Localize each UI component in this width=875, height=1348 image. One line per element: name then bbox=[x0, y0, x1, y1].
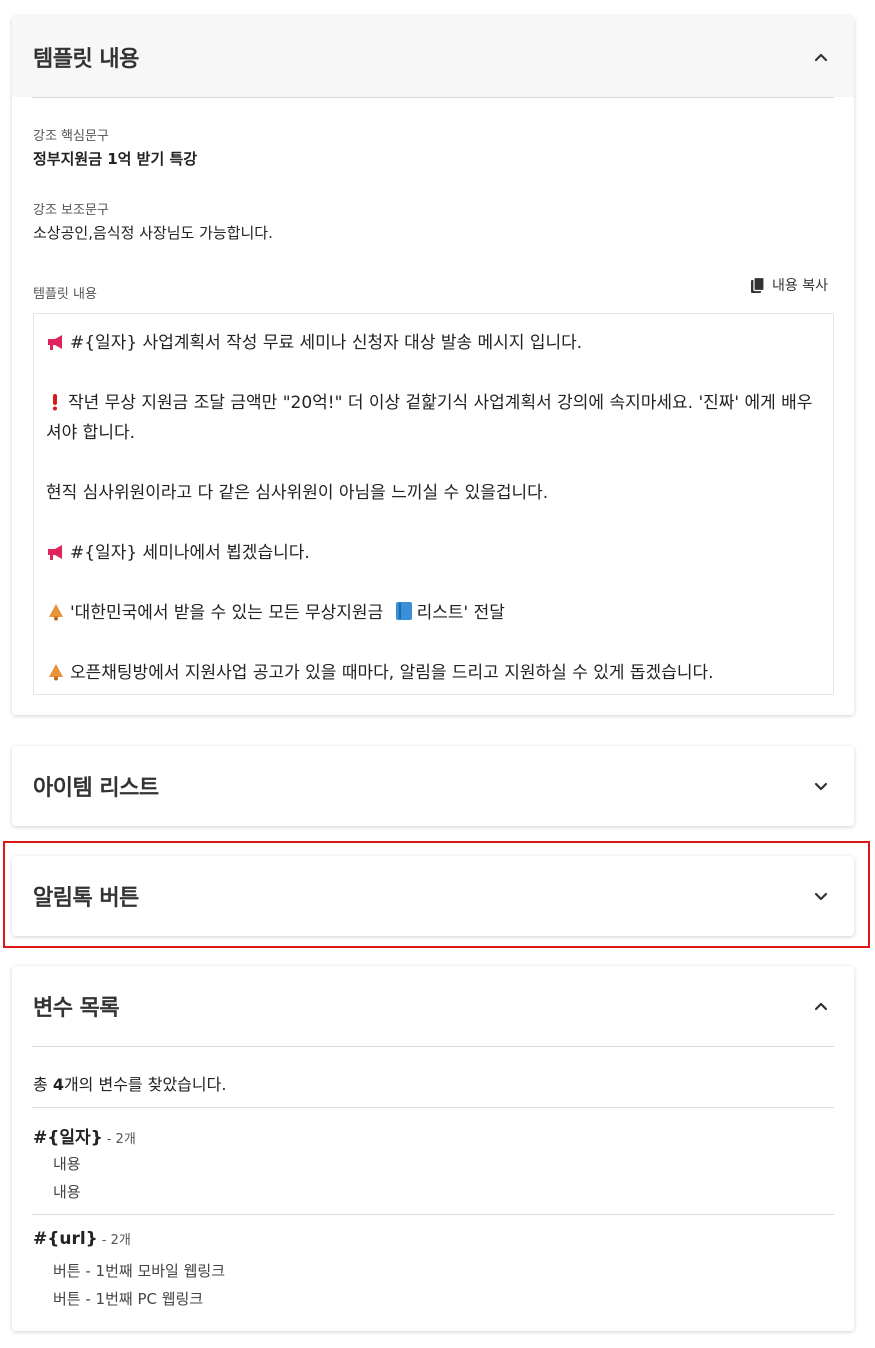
variable-usage: 내용 bbox=[53, 1155, 81, 1173]
variable-separator bbox=[32, 1107, 834, 1108]
emphasis-sub-label: 강조 보조문구 bbox=[33, 203, 109, 218]
variable-list-card: 변수 목록 총 4개의 변수를 찾았습니다. #{일자} - 2개 내용 내용 #… bbox=[12, 966, 854, 1331]
item-list-card: 아이템 리스트 bbox=[12, 746, 854, 826]
chevron-up-icon[interactable] bbox=[814, 999, 828, 1013]
content-line: 오픈채팅방에서 지원사업 공고가 있을 때마다, 알림을 드리고 지원하실 수 … bbox=[46, 658, 821, 688]
template-content-box: #{일자} 사업계획서 작성 무료 세미나 신청자 대상 발송 메시지 입니다.… bbox=[33, 313, 834, 695]
book-icon bbox=[395, 601, 413, 621]
variable-separator bbox=[32, 1214, 834, 1215]
template-content-header[interactable]: 템플릿 내용 bbox=[12, 16, 854, 97]
variable-list-title: 변수 목록 bbox=[33, 996, 120, 1021]
item-list-header[interactable]: 아이템 리스트 bbox=[12, 746, 854, 826]
header-divider bbox=[32, 97, 834, 98]
exclamation-icon bbox=[46, 393, 64, 411]
copy-content-label: 내용 복사 bbox=[772, 278, 828, 294]
megaphone-icon bbox=[46, 543, 66, 561]
template-content-title: 템플릿 내용 bbox=[33, 46, 139, 72]
chevron-up-icon[interactable] bbox=[814, 50, 828, 64]
chevron-down-icon[interactable] bbox=[814, 889, 828, 903]
variable-name: #{url} - 2개 bbox=[33, 1229, 131, 1249]
item-list-title: 아이템 리스트 bbox=[33, 776, 159, 801]
emphasis-main-value: 정부지원금 1억 받기 특강 bbox=[33, 150, 198, 168]
variable-name: #{일자} - 2개 bbox=[33, 1128, 136, 1148]
variable-count: - 2개 bbox=[101, 1233, 131, 1248]
megaphone-icon bbox=[46, 333, 66, 351]
content-line: 작년 무상 지원금 조달 금액만 "20억!" 더 이상 겉핥기식 사업계획서 … bbox=[46, 393, 813, 443]
bell-icon bbox=[46, 601, 66, 621]
emphasis-main-label: 강조 핵심문구 bbox=[33, 129, 109, 144]
variable-count: - 2개 bbox=[106, 1132, 136, 1147]
alimtalk-button-title: 알림톡 버튼 bbox=[33, 886, 139, 911]
variable-usage: 버튼 - 1번째 PC 웹링크 bbox=[53, 1290, 204, 1308]
content-line: 현직 심사위원이라고 다 같은 심사위원이 아님을 느끼실 수 있을겁니다. bbox=[46, 483, 549, 503]
alimtalk-button-header[interactable]: 알림톡 버튼 bbox=[12, 856, 854, 936]
emphasis-sub-value: 소상공인,음식정 사장님도 가능합니다. bbox=[33, 224, 273, 242]
alimtalk-button-card: 알림톡 버튼 bbox=[12, 856, 854, 936]
bell-icon bbox=[46, 661, 66, 681]
content-line: '대한민국에서 받을 수 있는 모든 무상지원금 리스트' 전달 bbox=[46, 598, 821, 628]
variable-list-header[interactable]: 변수 목록 bbox=[12, 966, 854, 1046]
header-divider bbox=[32, 1046, 834, 1047]
variable-summary: 총 4개의 변수를 찾았습니다. bbox=[33, 1075, 227, 1094]
content-line: #{일자} 세미나에서 뵙겠습니다. bbox=[46, 538, 821, 568]
variable-usage: 내용 bbox=[53, 1183, 81, 1201]
copy-content-button[interactable]: 내용 복사 bbox=[750, 275, 828, 295]
variable-usage: 버튼 - 1번째 모바일 웹링크 bbox=[53, 1262, 226, 1280]
content-line: #{일자} 사업계획서 작성 무료 세미나 신청자 대상 발송 메시지 입니다. bbox=[46, 328, 821, 358]
copy-icon bbox=[750, 276, 766, 294]
content-label: 템플릿 내용 bbox=[33, 287, 97, 302]
template-content-card: 템플릿 내용 강조 핵심문구 정부지원금 1억 받기 특강 강조 보조문구 소상… bbox=[12, 16, 854, 715]
chevron-down-icon[interactable] bbox=[814, 779, 828, 793]
